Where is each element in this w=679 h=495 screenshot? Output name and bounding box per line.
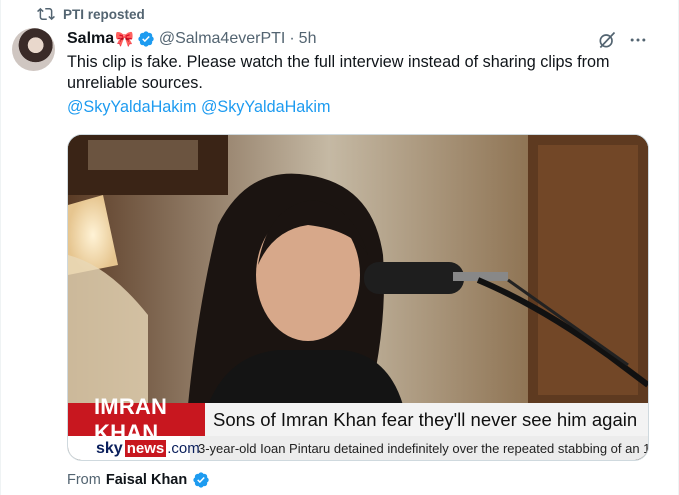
name-tag: IMRAN KHAN: [68, 394, 205, 445]
tweet-text: This clip is fake. Please watch the full…: [67, 53, 610, 92]
from-label: From: [67, 472, 101, 488]
tweet-header: Salma 🎀 @Salma4everPTI · 5h: [67, 28, 316, 50]
mention-links[interactable]: @SkyYaldaHakim @SkyYaldaHakim: [67, 97, 330, 118]
repost-context[interactable]: PTI reposted: [37, 5, 145, 23]
post-time[interactable]: 5h: [299, 30, 317, 48]
tweet-card[interactable]: PTI reposted Salma 🎀 @Salma4everPTI · 5h…: [0, 0, 679, 495]
more-icon: [630, 38, 646, 42]
news-lower-third: IMRAN KHAN Sons of Imran Khan fear they'…: [68, 394, 649, 460]
avatar[interactable]: [12, 28, 55, 71]
news-headline: Sons of Imran Khan fear they'll never se…: [205, 403, 648, 436]
news-ticker: sky news .com 3-year-old Ioan Pintaru de…: [68, 436, 649, 460]
more-button[interactable]: [626, 28, 650, 52]
logo-news: news: [124, 440, 167, 457]
verified-badge-icon[interactable]: [137, 30, 155, 48]
video-media[interactable]: IMRAN KHAN Sons of Imran Khan fear they'…: [67, 134, 649, 461]
author-display-name[interactable]: Salma: [67, 30, 114, 48]
ticker-text: 3-year-old Ioan Pintaru detained indefin…: [198, 441, 649, 456]
sky-news-logo: sky news .com: [68, 436, 200, 460]
repost-label: PTI reposted: [63, 6, 145, 22]
logo-sky: sky: [96, 439, 123, 457]
ribbon-emoji: 🎀: [115, 31, 134, 48]
video-source: From Faisal Khan: [67, 471, 210, 489]
separator-dot: ·: [289, 30, 295, 47]
repost-icon: [37, 7, 55, 21]
grok-icon: [599, 31, 616, 49]
grok-button[interactable]: [595, 28, 619, 52]
source-author-link[interactable]: Faisal Khan: [106, 472, 187, 488]
author-handle[interactable]: @Salma4everPTI: [159, 30, 286, 48]
verified-badge-icon: [193, 472, 209, 488]
